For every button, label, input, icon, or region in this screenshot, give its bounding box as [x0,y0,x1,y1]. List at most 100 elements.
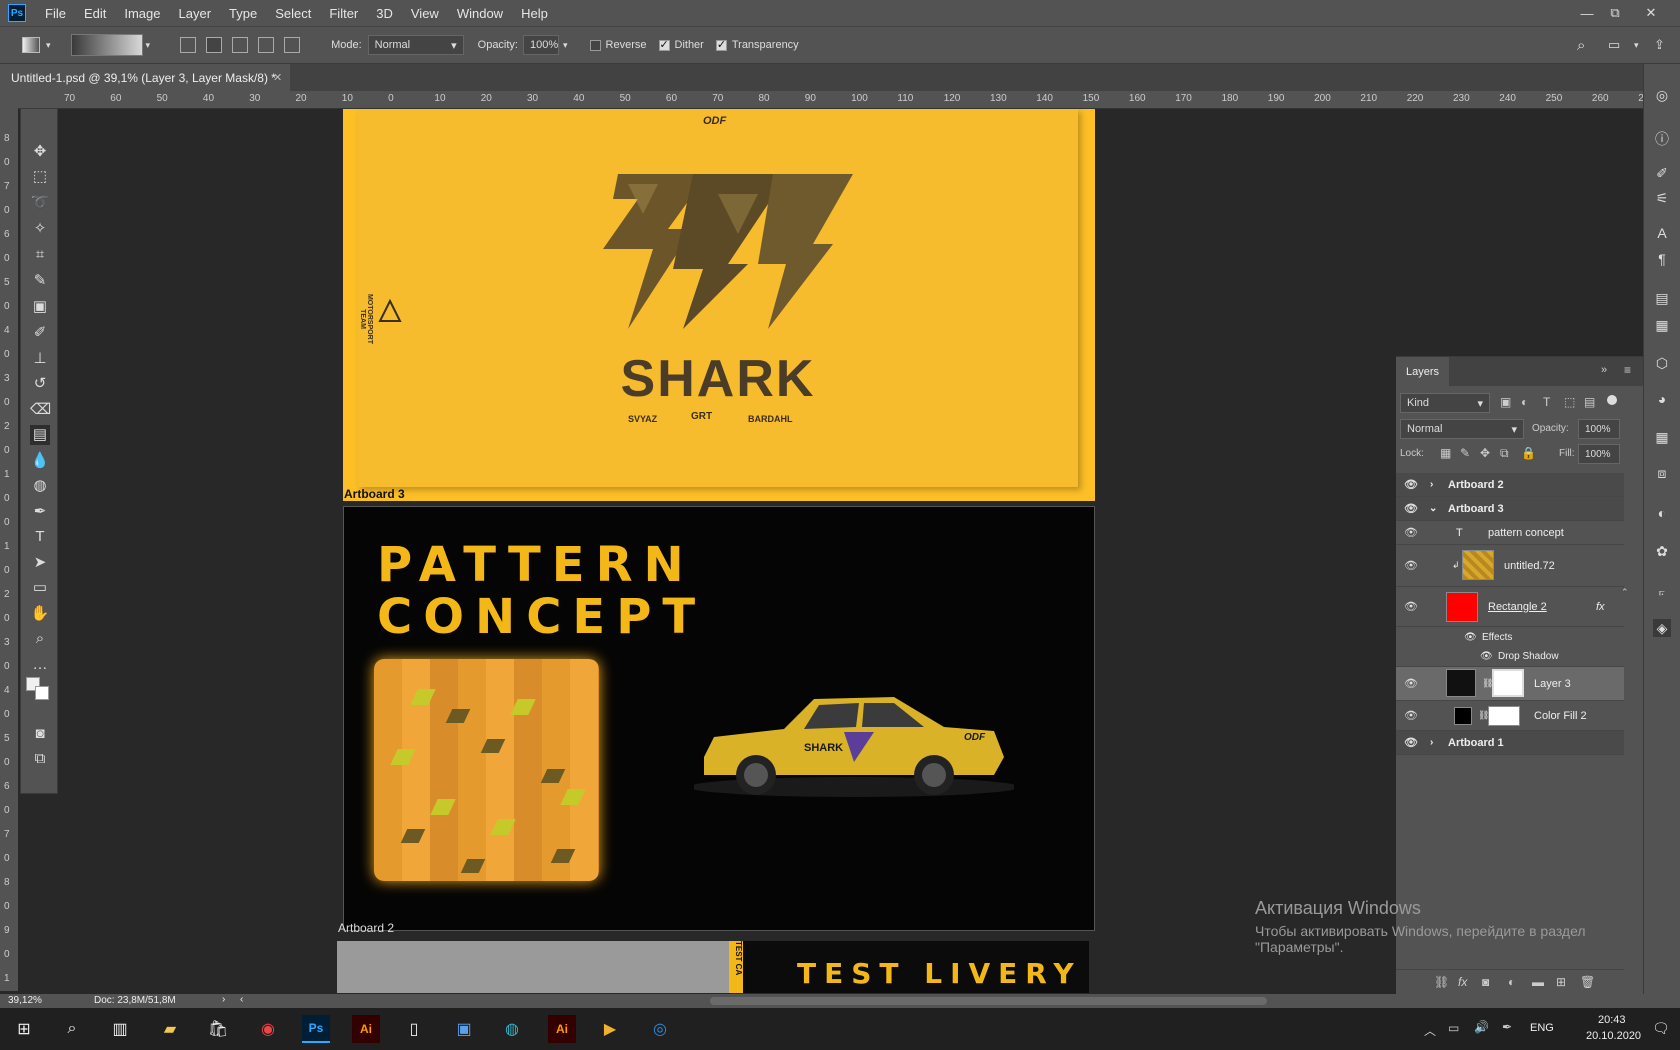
dither-checkbox[interactable]: Dither [658,38,704,51]
linear-gradient-icon[interactable] [180,37,197,53]
screen-mode-icon[interactable]: ⧉ [30,749,50,769]
zoom-tool-icon[interactable]: ⌕ [30,629,50,649]
history-brush-icon[interactable]: ↺ [30,374,50,394]
visibility-eye-icon[interactable]: 👁 [1464,632,1477,643]
3d-panel-icon[interactable]: ⬡ [1653,354,1671,372]
lock-pixels-icon[interactable]: ✎ [1460,446,1470,460]
close-window-button[interactable]: ✕ [1636,0,1666,26]
more-tools-icon[interactable]: … [30,655,50,675]
artboard-2-label[interactable]: Artboard 2 [338,921,394,935]
frame-tool-icon[interactable]: ▣ [30,297,50,317]
status-menu-chevron-icon[interactable]: › [222,994,225,1005]
vertical-ruler[interactable]: 8 0 7 0 6 0 5 0 4 0 3 0 2 0 1 0 0 1 0 2 0 3 0 4 0 5 0 6 0 7 0 8 0 9 0 1 [0,91,18,991]
panel-menu-icon[interactable]: ≡ [1624,363,1631,377]
lock-transparent-icon[interactable]: ▦ [1440,446,1451,460]
layer-row-effects[interactable]: 👁 Effects [1396,627,1624,647]
menu-edit[interactable]: Edit [75,6,115,21]
hand-tool-icon[interactable]: ✋ [30,604,50,624]
brush-panel-icon[interactable]: ✐ [1653,164,1671,182]
visibility-eye-icon[interactable]: 👁 [1404,677,1418,690]
paragraph-panel-icon[interactable]: ¶ [1653,250,1671,268]
pen-tool-icon[interactable]: ✒ [30,502,50,522]
visibility-eye-icon[interactable]: 👁 [1404,709,1418,722]
quick-mask-icon[interactable]: ◙ [30,724,50,744]
notes-panel-icon[interactable]: ▦ [1653,316,1671,334]
workspace-icon[interactable]: ▭ [1608,37,1620,53]
search-icon[interactable]: ⌕ [1577,37,1585,54]
menu-select[interactable]: Select [266,6,320,21]
visibility-eye-icon[interactable]: 👁 [1480,651,1493,662]
layers-panel-icon[interactable]: ◈ [1653,619,1671,637]
menu-layer[interactable]: Layer [170,6,221,21]
magic-wand-tool-icon[interactable]: ✧ [30,219,50,239]
gradient-tool-preset-icon[interactable] [22,37,40,53]
visibility-eye-icon[interactable]: 👁 [1404,559,1418,572]
restore-button[interactable]: ⧉ [1600,0,1630,26]
reflected-gradient-icon[interactable] [258,37,275,53]
new-group-icon[interactable]: ▬ [1532,975,1544,989]
app-icon[interactable]: ◍ [498,1015,526,1043]
illustrator-taskbar-icon-2[interactable]: Ai [548,1015,576,1043]
horizontal-ruler[interactable]: 70 60 50 40 30 20 10 0 10 20 30 40 50 60 70 80 90 100 110 1… [18,91,1643,109]
layer-opacity-input[interactable]: 100% [1578,419,1620,439]
notepad-icon[interactable]: ▯ [400,1015,428,1043]
libraries-panel-icon[interactable]: ▤ [1653,289,1671,307]
visibility-eye-icon[interactable]: 👁 [1404,478,1418,491]
notifications-icon[interactable]: 🗨 [1652,1020,1670,1037]
network-icon[interactable]: ▭ [1448,1021,1459,1035]
fill-input[interactable]: 100% [1578,444,1620,464]
layer-row-pattern-concept[interactable]: 👁 T pattern concept [1396,521,1624,545]
visibility-eye-icon[interactable]: 👁 [1404,502,1418,515]
menu-help[interactable]: Help [512,6,557,21]
layer-row-drop-shadow[interactable]: 👁 Drop Shadow [1396,647,1624,667]
blur-tool-icon[interactable]: 💧 [30,451,50,471]
type-tool-icon[interactable]: T [30,527,50,547]
menu-file[interactable]: File [36,6,75,21]
menu-view[interactable]: View [402,6,448,21]
adjustment-layer-icon[interactable]: ◐ [1508,975,1515,989]
layer-filter-select[interactable]: Kind ▾ [1400,393,1490,413]
expand-chevron-icon[interactable]: › [1430,737,1433,748]
expand-chevron-icon[interactable]: › [1430,479,1433,490]
eyedropper-tool-icon[interactable]: ✎ [30,271,50,291]
add-mask-icon[interactable]: ◙ [1482,975,1489,989]
dodge-tool-icon[interactable]: ◍ [30,476,50,496]
chevron-down-icon[interactable]: ▾ [46,40,51,51]
brush-tool-icon[interactable]: ✐ [30,323,50,343]
mode-select[interactable]: Normal ▾ [367,35,464,55]
link-layers-icon[interactable]: ⛓ [1434,975,1449,989]
menu-image[interactable]: Image [115,6,169,21]
filter-type-icon[interactable]: T [1543,395,1550,409]
clock-time[interactable]: 20:43 [1598,1014,1626,1026]
move-tool-icon[interactable]: ✥ [30,142,50,162]
layers-tab[interactable]: Layers [1396,357,1450,386]
filter-pixel-icon[interactable]: ▣ [1500,395,1511,409]
scroll-up-icon[interactable]: ⌃ [1621,587,1631,627]
layer-row-color-fill-2[interactable]: 👁 ⛓ Color Fill 2 [1396,701,1624,731]
share-icon[interactable]: ⇪ [1654,37,1665,53]
fx-icon[interactable]: fx [1596,601,1605,613]
layer-row-artboard-1[interactable]: 👁 › Artboard 1 [1396,731,1624,755]
document-tab[interactable]: Untitled-1.psd @ 39,1% (Layer 3, Layer M… [0,64,290,91]
history-panel-icon[interactable]: ◎ [1653,86,1671,104]
filter-toggle-icon[interactable] [1607,395,1617,405]
crop-tool-icon[interactable]: ⌗ [30,245,50,265]
gradient-picker[interactable] [70,34,143,56]
collapse-icon[interactable]: » [1601,364,1607,376]
minimize-button[interactable]: — [1572,0,1602,26]
marquee-tool-icon[interactable]: ⬚ [30,167,50,187]
layer-mask-thumbnail[interactable] [1492,669,1524,697]
tray-chevron-icon[interactable]: ︿ [1424,1022,1436,1039]
info-panel-icon[interactable]: ⓘ [1653,130,1671,148]
lasso-tool-icon[interactable]: ➰ [30,193,50,213]
filter-adjustment-icon[interactable]: ◐ [1521,395,1528,409]
language-indicator[interactable]: ENG [1530,1022,1554,1034]
task-view-icon[interactable]: ▥ [106,1015,134,1043]
artboard-3[interactable]: ODF SHARK SVYAZ GRT BARDAHL MOTORSPORT T… [343,109,1095,501]
menu-3d[interactable]: 3D [367,6,402,21]
visibility-eye-icon[interactable]: 👁 [1404,600,1418,613]
menu-window[interactable]: Window [448,6,512,21]
layer-row-untitled-72[interactable]: 👁 ↲ untitled.72 [1396,545,1624,587]
pen-icon[interactable]: ✒ [1502,1020,1512,1034]
store-icon[interactable]: 🛍 [204,1015,232,1043]
